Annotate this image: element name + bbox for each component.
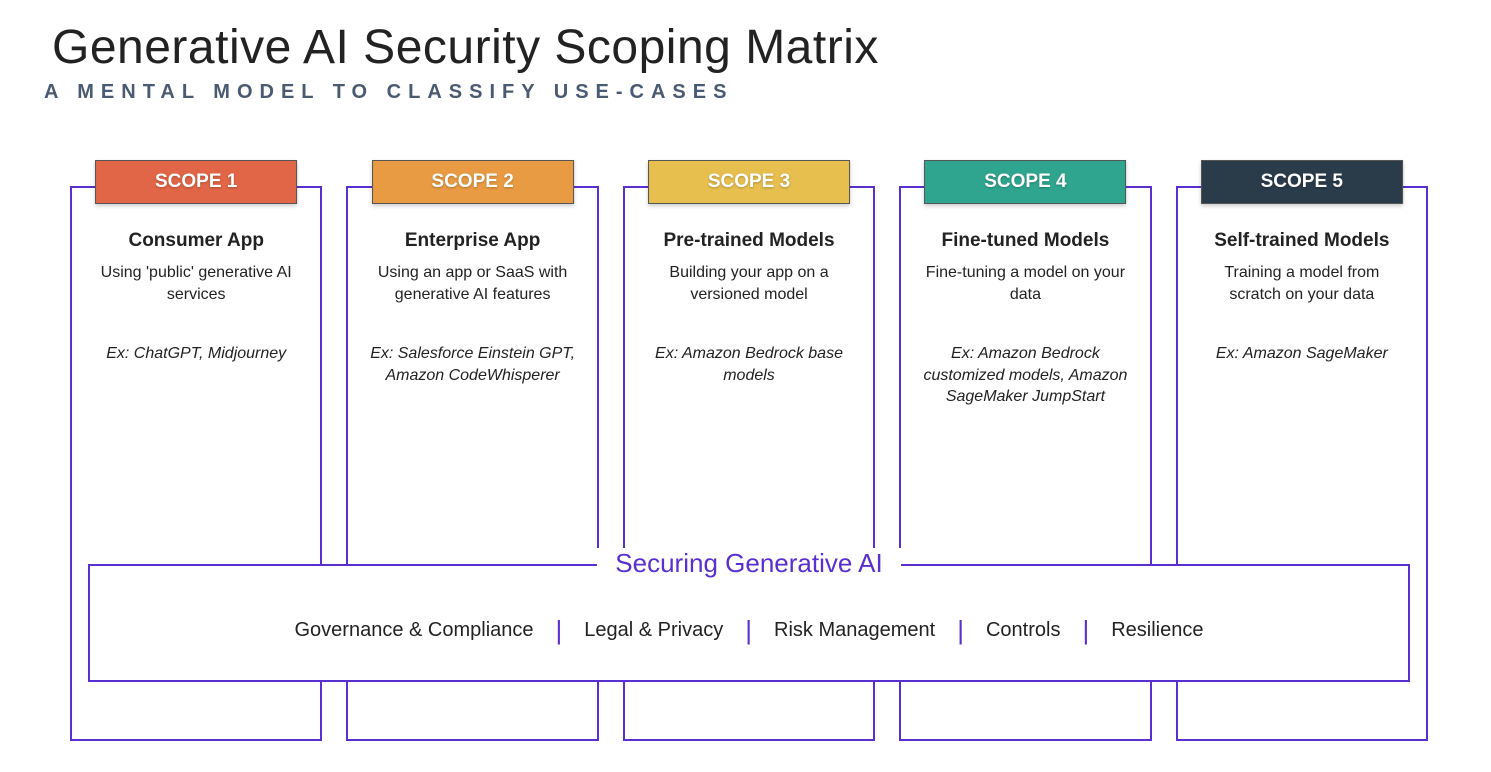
scope-row: SCOPE 1 Consumer App Using 'public' gene… bbox=[70, 160, 1428, 560]
securing-box: Securing Generative AI Governance & Comp… bbox=[88, 564, 1410, 682]
pillars-row: Governance & Compliance | Legal & Privac… bbox=[110, 615, 1388, 646]
scope-name-2: Enterprise App bbox=[362, 230, 582, 252]
scoping-matrix: SCOPE 1 Consumer App Using 'public' gene… bbox=[70, 160, 1428, 740]
scope-desc-2: Using an app or SaaS with generative AI … bbox=[362, 262, 582, 305]
scope-desc-1: Using 'public' generative AI services bbox=[86, 262, 306, 305]
scope-column-5: SCOPE 5 Self-trained Models Training a m… bbox=[1176, 160, 1428, 560]
separator-icon: | bbox=[556, 615, 563, 646]
pillar-legal: Legal & Privacy bbox=[562, 619, 745, 642]
scope-name-5: Self-trained Models bbox=[1192, 230, 1412, 252]
scope-example-4: Ex: Amazon Bedrock customized models, Am… bbox=[915, 343, 1135, 408]
scope-example-3: Ex: Amazon Bedrock base models bbox=[639, 343, 859, 386]
securing-title: Securing Generative AI bbox=[597, 548, 900, 579]
scope-label-3: SCOPE 3 bbox=[648, 160, 850, 204]
page-subtitle: A MENTAL MODEL TO CLASSIFY USE-CASES bbox=[0, 75, 1491, 104]
scope-desc-3: Building your app on a versioned model bbox=[639, 262, 859, 305]
page-title: Generative AI Security Scoping Matrix bbox=[0, 0, 1491, 75]
separator-icon: | bbox=[957, 615, 964, 646]
scope-label-5: SCOPE 5 bbox=[1201, 160, 1403, 204]
scope-column-4: SCOPE 4 Fine-tuned Models Fine-tuning a … bbox=[899, 160, 1151, 560]
pillar-controls: Controls bbox=[964, 619, 1082, 642]
separator-icon: | bbox=[745, 615, 752, 646]
separator-icon: | bbox=[1082, 615, 1089, 646]
scope-column-3: SCOPE 3 Pre-trained Models Building your… bbox=[623, 160, 875, 560]
scope-column-1: SCOPE 1 Consumer App Using 'public' gene… bbox=[70, 160, 322, 560]
pillar-risk: Risk Management bbox=[752, 619, 957, 642]
scope-name-1: Consumer App bbox=[86, 230, 306, 252]
scope-example-5: Ex: Amazon SageMaker bbox=[1192, 343, 1412, 365]
pillar-governance: Governance & Compliance bbox=[273, 619, 556, 642]
scope-column-2: SCOPE 2 Enterprise App Using an app or S… bbox=[346, 160, 598, 560]
pillar-resilience: Resilience bbox=[1089, 619, 1225, 642]
scope-label-1: SCOPE 1 bbox=[95, 160, 297, 204]
scope-name-4: Fine-tuned Models bbox=[915, 230, 1135, 252]
scope-desc-4: Fine-tuning a model on your data bbox=[915, 262, 1135, 305]
scope-desc-5: Training a model from scratch on your da… bbox=[1192, 262, 1412, 305]
scope-example-2: Ex: Salesforce Einstein GPT, Amazon Code… bbox=[362, 343, 582, 386]
scope-label-4: SCOPE 4 bbox=[924, 160, 1126, 204]
scope-name-3: Pre-trained Models bbox=[639, 230, 859, 252]
scope-example-1: Ex: ChatGPT, Midjourney bbox=[86, 343, 306, 365]
scope-label-2: SCOPE 2 bbox=[372, 160, 574, 204]
